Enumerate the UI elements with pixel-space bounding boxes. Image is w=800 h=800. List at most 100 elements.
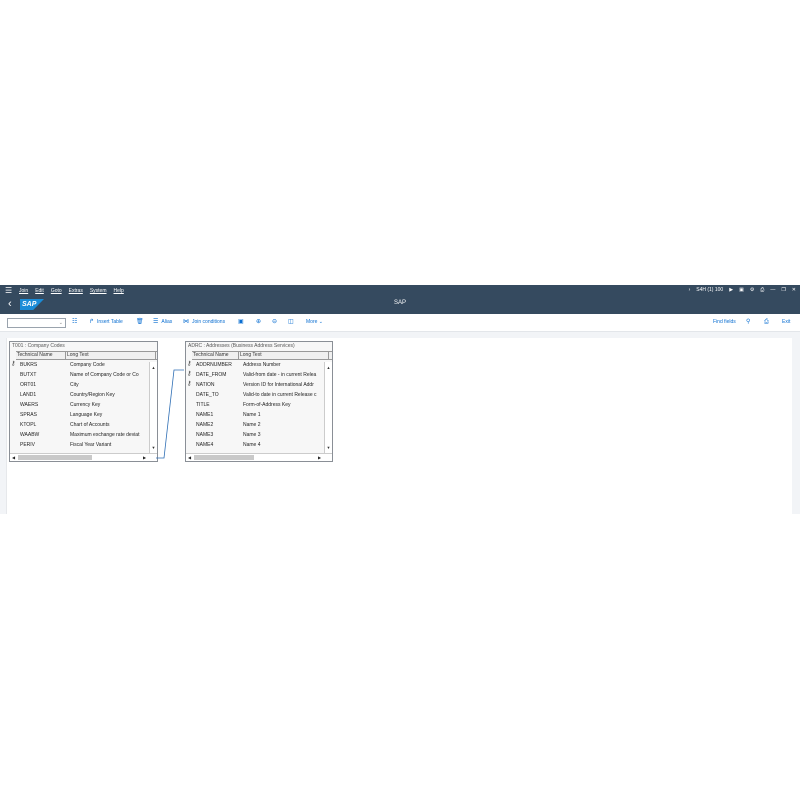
print-icon[interactable]: ⎙ — [764, 319, 772, 326]
zoom-in-icon[interactable]: ⊕ — [256, 319, 264, 326]
field-long-text: Maximum exchange rate deviat — [70, 432, 140, 438]
column-header-row: Technical Name Long Text — [192, 351, 332, 360]
table-row[interactable]: ⚷ NATION Version ID for International Addr — [186, 380, 332, 390]
delete-icon[interactable]: 🗑 — [136, 319, 147, 326]
join-icon: ⋈ — [183, 319, 189, 325]
table-row[interactable]: WAABW Maximum exchange rate deviat — [10, 430, 157, 440]
scroll-up-icon[interactable]: ▲ — [325, 364, 332, 371]
field-long-text: Name 2 — [243, 422, 261, 428]
table-row[interactable]: DATE_TO Valid-to date in current Release … — [186, 390, 332, 400]
table-row[interactable]: NAME2 Name 2 — [186, 420, 332, 430]
join-conditions-button[interactable]: ⋈ Join conditions — [183, 319, 225, 326]
exit-button[interactable]: Exit — [782, 319, 790, 326]
field-long-text: Address Number — [243, 362, 281, 368]
close-icon[interactable]: ✕ — [792, 286, 796, 295]
chevron-right-icon[interactable]: › — [689, 286, 691, 295]
zoom-out-icon[interactable]: ⊖ — [272, 319, 280, 326]
column-long-text: Long Text — [239, 352, 329, 359]
scroll-left-icon[interactable]: ◀ — [186, 454, 193, 461]
table-row[interactable]: LAND1 Country/Region Key — [10, 390, 157, 400]
overview-icon[interactable]: ◫ — [288, 319, 297, 326]
table-row[interactable]: WAERS Currency Key — [10, 400, 157, 410]
table-row[interactable]: NAME1 Name 1 — [186, 410, 332, 420]
scroll-thumb[interactable] — [194, 455, 254, 460]
insert-table-label: Insert Table — [97, 319, 123, 325]
menu-extras[interactable]: Extras — [69, 288, 83, 294]
join-connector[interactable] — [156, 366, 186, 461]
display-icon[interactable]: ▣ — [739, 286, 744, 295]
field-technical-name: DATE_TO — [196, 392, 219, 398]
table-row[interactable]: ⚷ ADDRNUMBER Address Number — [186, 360, 332, 370]
settings-icon[interactable]: ⚙ — [750, 286, 754, 295]
print-icon[interactable]: ⎙ — [760, 286, 764, 295]
key-icon: ⚷ — [187, 381, 192, 387]
menu-edit[interactable]: Edit — [35, 288, 44, 294]
field-long-text: Company Code — [70, 362, 105, 368]
field-long-text: Valid-from date - in current Relea — [243, 372, 317, 378]
minimize-icon[interactable]: — — [770, 286, 775, 295]
join-canvas[interactable]: T001 : Company Codes Technical Name Long… — [6, 338, 792, 514]
layout-icon[interactable]: ☷ — [72, 319, 80, 326]
horizontal-scrollbar[interactable]: ◀ ▶ — [186, 453, 332, 461]
restore-icon[interactable]: ❐ — [781, 286, 785, 295]
vertical-scrollbar[interactable]: ▲ ▼ — [324, 362, 332, 453]
field-technical-name: DATE_FROM — [196, 372, 227, 378]
menu-join[interactable]: Join — [19, 288, 28, 294]
field-technical-name: BUKRS — [20, 362, 38, 368]
scroll-right-icon[interactable]: ▶ — [141, 454, 148, 461]
alias-icon: ☰ — [153, 319, 159, 325]
table-row[interactable]: NAME3 Name 3 — [186, 430, 332, 440]
field-technical-name: LAND1 — [20, 392, 37, 398]
find-fields-button[interactable]: Find fields — [713, 319, 736, 326]
field-long-text: Currency Key — [70, 402, 101, 408]
insert-table-button[interactable]: ↱ Insert Table — [89, 319, 123, 326]
shell-header: ‹ SAP SAP — [0, 296, 800, 314]
play-icon[interactable]: ▶ — [729, 286, 733, 295]
menu-system[interactable]: System — [90, 288, 107, 294]
field-long-text: Name of Company Code or Co — [70, 372, 139, 378]
field-technical-name: TITLE — [196, 402, 210, 408]
menu-goto[interactable]: Goto — [51, 288, 62, 294]
table-t001[interactable]: T001 : Company Codes Technical Name Long… — [9, 341, 158, 462]
table-row[interactable]: KTOPL Chart of Accounts — [10, 420, 157, 430]
fit-icon[interactable]: ▣ — [238, 319, 247, 326]
field-long-text: Country/Region Key — [70, 392, 115, 398]
table-row[interactable]: NAME4 Name 4 — [186, 440, 332, 446]
sap-window: ☰ Join Edit Goto Extras System Help › S4… — [0, 285, 800, 514]
page-title: SAP — [393, 300, 406, 306]
field-technical-name: PERIV — [20, 442, 36, 446]
field-long-text: Valid-to date in current Release c — [243, 392, 317, 398]
table-row[interactable]: ⚷ DATE_FROM Valid-from date - in current R… — [186, 370, 332, 380]
table-row[interactable]: TITLE Form-of-Address Key — [186, 400, 332, 410]
table-row[interactable]: ⚷ BUKRS Company Code — [10, 360, 157, 370]
scroll-thumb[interactable] — [18, 455, 92, 460]
table-header: T001 : Company Codes — [12, 343, 65, 349]
menu-help[interactable]: Help — [114, 288, 124, 294]
horizontal-scrollbar[interactable]: ◀ ▶ — [10, 453, 157, 461]
command-field[interactable]: ⌄ — [7, 318, 66, 328]
menu-hamburger-icon[interactable]: ☰ — [5, 286, 12, 295]
table-row[interactable]: ORT01 City — [10, 380, 157, 390]
scroll-down-icon[interactable]: ▼ — [325, 444, 332, 451]
field-technical-name: ORT01 — [20, 382, 37, 388]
alias-label: Alias — [161, 319, 173, 325]
insert-table-icon: ↱ — [89, 319, 95, 325]
table-row[interactable]: BUTXT Name of Company Code or Co — [10, 370, 157, 380]
column-long-text: Long Text — [66, 352, 156, 359]
field-long-text: Name 4 — [243, 442, 261, 446]
table-adrc[interactable]: ADRC : Addresses (Business Address Servi… — [185, 341, 333, 462]
field-technical-name: WAABW — [20, 432, 40, 438]
alias-button[interactable]: ☰ Alias — [153, 319, 172, 326]
field-long-text: Version ID for International Addr — [243, 382, 314, 388]
field-long-text: Name 1 — [243, 412, 261, 418]
table-row[interactable]: PERIV Fiscal Year Variant — [10, 440, 157, 446]
search-icon[interactable]: ⚲ — [746, 319, 753, 326]
field-long-text: Chart of Accounts — [70, 422, 110, 428]
scroll-right-icon[interactable]: ▶ — [316, 454, 323, 461]
table-row[interactable]: SPRAS Language Key — [10, 410, 157, 420]
scroll-left-icon[interactable]: ◀ — [10, 454, 17, 461]
key-icon: ⚷ — [187, 361, 192, 367]
chevron-down-icon[interactable]: ⌄ — [59, 319, 63, 327]
key-icon: ⚷ — [187, 371, 192, 377]
more-button[interactable]: More ⌄ — [306, 319, 323, 326]
